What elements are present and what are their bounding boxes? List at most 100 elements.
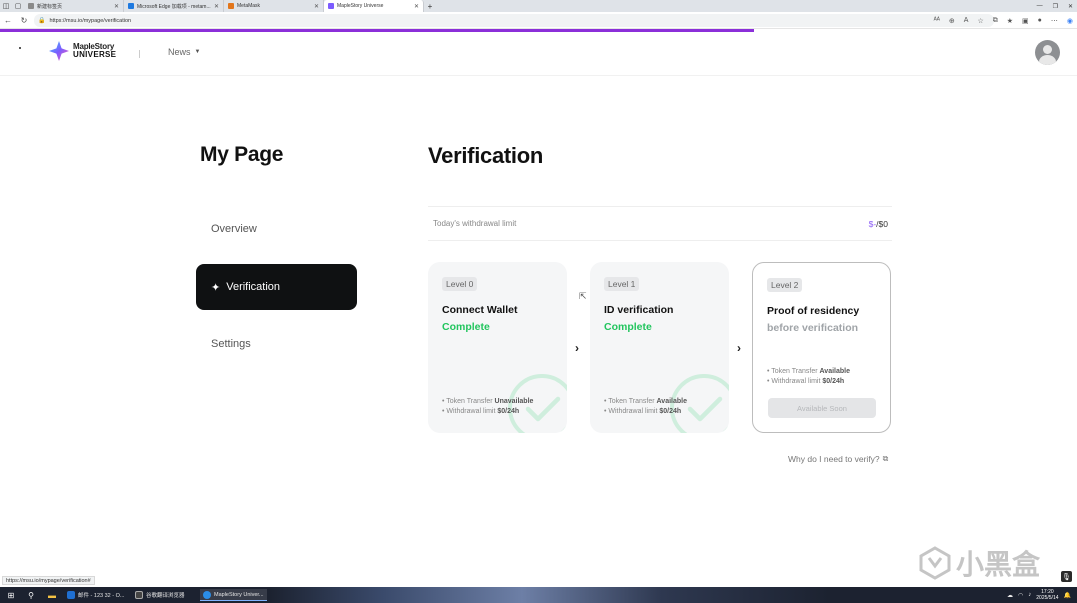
taskbar-app-label: 谷歌翻译浏览器 [146, 593, 185, 599]
maplestory-universe-logo[interactable]: MapleStory UNIVERSE [49, 41, 116, 61]
browser-tab-metamask[interactable]: MetaMask ✕ [224, 0, 324, 12]
system-tray: ☁ ◠ ♪ 17:20 2025/5/14 🔔 [1007, 587, 1071, 603]
close-window-icon[interactable]: ✕ [1068, 3, 1073, 10]
lock-icon[interactable]: 🔒 [38, 17, 45, 24]
taskbar-app-label: 邮件 - 123 32 - O... [78, 593, 125, 599]
new-tab-button[interactable]: + [424, 0, 436, 12]
tab-actions-icon[interactable]: ▢ [12, 0, 24, 12]
level-card-proof-of-residency: Level 2 Proof of residency before verifi… [752, 262, 891, 433]
url-text: https://msu.io/mypage/verification [49, 17, 132, 24]
card-status: before verification [767, 322, 859, 334]
user-avatar-icon[interactable] [1035, 40, 1060, 65]
sidebar-item-label: Verification [226, 281, 281, 293]
browser-tab-maplestory[interactable]: MapleStory Universe ✕ [324, 0, 424, 12]
withdrawal-limit-row: Today's withdrawal limit $-/$0 [428, 206, 892, 241]
tab-label: 新建标签页 [37, 3, 63, 10]
refresh-icon[interactable]: ↻ [16, 12, 32, 29]
available-soon-button[interactable]: Available Soon [768, 398, 876, 418]
windows-start-icon[interactable]: ⊞ [6, 590, 16, 600]
tray-wifi-icon[interactable]: ◠ [1018, 592, 1023, 599]
section-title: Verification [428, 143, 543, 168]
restore-icon[interactable]: ❐ [1053, 3, 1058, 10]
browser-tab-bar: ◫ ▢ 新建标签页 ✕ Microsoft Edge 加载项 - metam..… [0, 0, 1077, 12]
favorites-icon[interactable]: ★ [1007, 17, 1013, 25]
maplestory-star-icon [49, 41, 69, 61]
mouse-cursor-icon: ⇱ [579, 291, 587, 301]
close-tab-icon[interactable]: ✕ [214, 3, 219, 10]
sidebar-item-overview[interactable]: Overview [211, 223, 257, 235]
card-note-transfer: • Token Transfer Available [604, 398, 687, 405]
card-note-limit: • Withdrawal limit $0/24h [442, 408, 520, 415]
status-bar-url: https://msu.io/mypage/verification# [2, 576, 95, 585]
edge-app-icon [203, 590, 211, 599]
close-tab-icon[interactable]: ✕ [414, 3, 419, 10]
read-aloud-icon[interactable]: ᴬᴬ [934, 17, 940, 24]
workspaces-icon[interactable]: ◫ [0, 0, 12, 12]
header-divider [139, 50, 140, 58]
maplestory-favicon-icon [328, 3, 334, 9]
back-icon[interactable]: ← [0, 12, 16, 29]
level-badge: Level 1 [604, 277, 640, 291]
collections-icon[interactable]: ▣ [1022, 17, 1029, 25]
metamask-favicon-icon [228, 3, 234, 9]
tray-cloud-icon[interactable]: ☁ [1007, 592, 1013, 599]
profile-icon[interactable]: ● [1038, 17, 1042, 24]
browser-tab-newtab[interactable]: 新建标签页 ✕ [24, 0, 124, 12]
taskbar-app-mail[interactable]: 邮件 - 123 32 - O... [64, 589, 127, 601]
site-header: MapleStory UNIVERSE News ▼ [0, 32, 1077, 76]
tab-label: Microsoft Edge 加载项 - metam... [137, 3, 211, 10]
nav-news-dropdown[interactable]: News ▼ [168, 47, 200, 57]
card-status: Complete [442, 321, 490, 333]
system-clock[interactable]: 17:20 2025/5/14 [1036, 589, 1058, 601]
window-controls: — ❐ ✕ [1037, 0, 1073, 12]
zoom-icon[interactable]: ⊕ [949, 17, 955, 25]
translate-app-icon [135, 591, 143, 599]
translate-icon[interactable]: A [964, 17, 969, 24]
logo-line2: UNIVERSE [73, 50, 117, 59]
browser-tab-edge-addons[interactable]: Microsoft Edge 加载项 - metam... ✕ [124, 0, 224, 12]
extensions-icon[interactable]: ⧉ [993, 17, 998, 25]
taskbar-search-icon[interactable]: ⚲ [26, 590, 36, 600]
url-field[interactable]: 🔒 https://msu.io/mypage/verification [34, 14, 994, 27]
more-icon[interactable]: ⋯ [1051, 17, 1058, 25]
copilot-icon[interactable]: ◉ [1067, 17, 1073, 25]
taskbar-app-translate[interactable]: 谷歌翻译浏览器 [132, 589, 188, 601]
address-bar-row: ← ↻ 🔒 https://msu.io/mypage/verification… [0, 12, 1077, 29]
nav-news-label: News [168, 47, 191, 57]
menu-dot-icon[interactable] [19, 47, 21, 49]
sidebar-item-verification[interactable]: ✦ Verification [196, 264, 357, 310]
xiaoheihe-logo-icon [919, 546, 951, 580]
card-title: Connect Wallet [442, 304, 518, 316]
level-card-id-verification: Level 1 ID verification Complete • Token… [590, 262, 729, 433]
withdrawal-limit-value: $-/$0 [868, 218, 888, 229]
tab-label: MetaMask [237, 3, 261, 9]
card-note-transfer: • Token Transfer Unavailable [442, 398, 534, 405]
windows-taskbar: ⊞ ⚲ ▬ 邮件 - 123 32 - O... 谷歌翻译浏览器 MapleSt… [0, 587, 1077, 603]
notification-bell-icon[interactable]: 🔔 [1064, 592, 1071, 599]
chevron-right-icon: › [737, 341, 741, 355]
taskbar-app-label: MapleStory Univer... [214, 591, 264, 598]
caret-down-icon: ▼ [194, 49, 201, 55]
close-tab-icon[interactable]: ✕ [314, 3, 319, 10]
page-title: My Page [200, 143, 284, 166]
why-verify-link[interactable]: Why do I need to verify? ⧉ [788, 454, 888, 464]
level-card-connect-wallet: Level 0 Connect Wallet Complete • Token … [428, 262, 567, 433]
card-note-limit: • Withdrawal limit $0/24h [604, 408, 682, 415]
taskbar-app-edge[interactable]: MapleStory Univer... [200, 589, 267, 601]
withdrawal-limit-label: Today's withdrawal limit [433, 219, 517, 228]
file-explorer-icon[interactable]: ▬ [47, 590, 57, 600]
minimize-icon[interactable]: — [1037, 3, 1043, 9]
toolbar-icons: ᴬᴬ ⊕ A ☆ ⧉ ★ ▣ ● ⋯ ◉ [934, 12, 1073, 29]
tray-volume-icon[interactable]: ♪ [1028, 592, 1031, 598]
external-link-icon: ⧉ [882, 454, 889, 463]
chevron-right-icon: › [575, 341, 579, 355]
level-badge: Level 2 [767, 278, 803, 292]
edge-favicon-icon [128, 3, 134, 9]
sidebar-item-settings[interactable]: Settings [211, 338, 251, 350]
microphone-icon[interactable]: 🎙 [1061, 571, 1072, 582]
favorite-star-icon[interactable]: ☆ [977, 17, 983, 25]
card-status: Complete [604, 321, 652, 333]
card-note-transfer: • Token Transfer Available [767, 368, 850, 375]
close-tab-icon[interactable]: ✕ [114, 3, 119, 10]
level-badge: Level 0 [442, 277, 478, 291]
